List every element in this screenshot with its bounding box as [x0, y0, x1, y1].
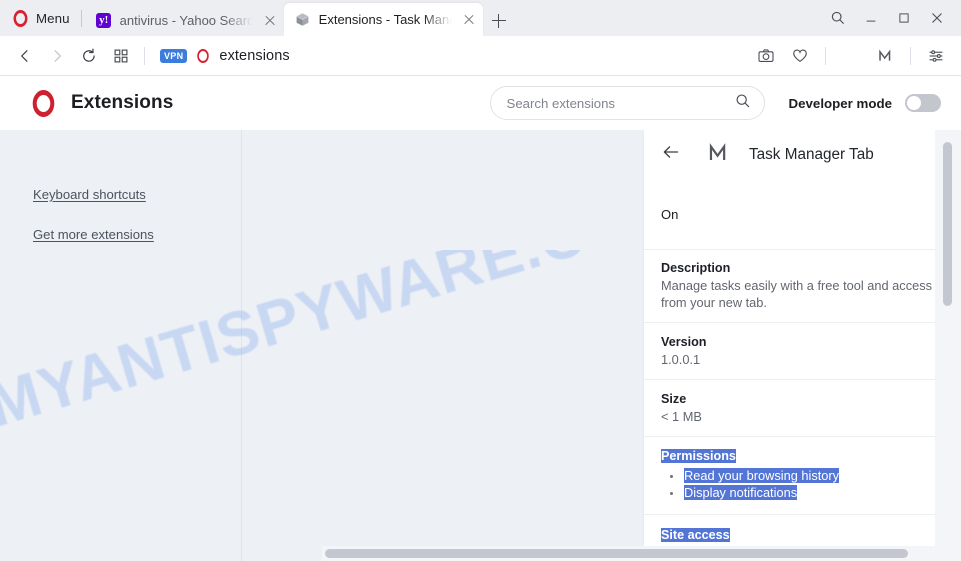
extension-cube-icon — [295, 12, 311, 28]
back-button[interactable] — [9, 40, 41, 72]
opera-logo-icon — [32, 89, 55, 117]
site-access-row: Site access This extension can read and … — [644, 515, 935, 546]
snapshot-camera-icon[interactable] — [750, 40, 782, 72]
minimize-icon[interactable] — [854, 3, 887, 33]
description-label: Description — [661, 261, 731, 275]
extensions-body: Keyboard shortcuts Get more extensions T… — [0, 130, 961, 561]
toolbar-divider — [825, 46, 826, 65]
opera-site-icon — [197, 48, 210, 63]
search-icon[interactable] — [821, 3, 854, 33]
heart-icon[interactable] — [784, 40, 816, 72]
developer-mode-control[interactable]: Developer mode — [789, 94, 941, 112]
size-row: Size < 1 MB — [644, 380, 935, 437]
permission-text: Display notifications — [684, 485, 798, 500]
maximize-icon[interactable] — [887, 3, 920, 33]
extension-enabled-row: On — [644, 179, 935, 250]
vertical-scrollbar[interactable] — [935, 130, 961, 561]
vpn-badge[interactable]: VPN — [160, 48, 188, 63]
search-extensions-box[interactable] — [489, 86, 765, 120]
permissions-list: Read your browsing history Display notif… — [661, 468, 935, 501]
tab-title: Extensions - Task Manager Tab — [318, 12, 452, 27]
horizontal-scrollbar-thumb[interactable] — [325, 549, 908, 558]
menu-button-label: Menu — [36, 10, 70, 26]
tab-close-icon[interactable] — [461, 12, 477, 28]
horizontal-scrollbar[interactable] — [322, 546, 935, 561]
window-controls — [821, 0, 961, 36]
version-label: Version — [661, 335, 707, 349]
back-arrow-icon[interactable] — [661, 142, 687, 168]
opera-browser-window: Menu y! antivirus - Yahoo Search Re Exte… — [0, 0, 961, 561]
extensions-page-header: Extensions Developer mode — [0, 76, 961, 130]
menu-divider — [80, 10, 82, 27]
header-right-controls: Developer mode — [489, 86, 941, 120]
permissions-label: Permissions — [661, 449, 736, 463]
tab-close-icon[interactable] — [262, 13, 278, 29]
version-value: 1.0.0.1 — [661, 352, 701, 367]
sidebar-item-get-more-extensions[interactable]: Get more extensions — [33, 227, 154, 242]
tab-title: antivirus - Yahoo Search Re — [119, 13, 253, 28]
extension-cube-icon[interactable] — [835, 40, 867, 72]
description-row: Description Manage tasks easily with a f… — [644, 250, 935, 323]
enabled-label: On — [661, 206, 679, 222]
size-value: < 1 MB — [661, 409, 702, 424]
sidebar-item-keyboard-shortcuts[interactable]: Keyboard shortcuts — [33, 187, 146, 202]
sidebar-gap-column — [243, 130, 322, 561]
tab-overview-grid-icon[interactable] — [105, 40, 137, 72]
sidebar: Keyboard shortcuts Get more extensions — [0, 130, 242, 561]
opera-logo-icon — [13, 9, 28, 27]
opera-menu-button[interactable]: Menu — [0, 0, 81, 36]
extension-detail-card: Task Manager Tab On Description Manage t… — [644, 130, 935, 546]
permission-text: Read your browsing history — [684, 468, 840, 483]
forward-button[interactable] — [41, 40, 73, 72]
vertical-scrollbar-thumb[interactable] — [943, 142, 952, 306]
description-line-2: from your new tab. — [661, 295, 767, 310]
search-input[interactable] — [506, 95, 735, 111]
site-access-label: Site access — [661, 528, 730, 542]
search-icon[interactable] — [735, 93, 751, 114]
reload-button[interactable] — [73, 40, 105, 72]
page-title: Extensions — [71, 92, 174, 113]
toolbar-right-icons — [750, 40, 952, 72]
address-bar[interactable]: VPN extensions — [160, 48, 750, 64]
tab-extensions-task-manager[interactable]: Extensions - Task Manager Tab — [283, 3, 483, 36]
tab-strip: Menu y! antivirus - Yahoo Search Re Exte… — [0, 0, 961, 36]
list-item: Display notifications — [661, 485, 935, 501]
tab-yahoo-search[interactable]: y! antivirus - Yahoo Search Re — [85, 5, 284, 36]
toolbar-divider — [910, 46, 911, 65]
task-manager-m-icon[interactable] — [869, 40, 901, 72]
description-line-1: Manage tasks easily with a free tool and… — [661, 278, 935, 293]
navigation-toolbar: VPN extensions — [0, 36, 961, 76]
extension-name: Task Manager Tab — [749, 145, 874, 163]
toolbar-divider — [144, 46, 145, 65]
list-item: Read your browsing history — [661, 468, 935, 484]
close-icon[interactable] — [920, 3, 953, 33]
permissions-row: Permissions Read your browsing history D… — [644, 437, 935, 515]
developer-mode-label: Developer mode — [788, 95, 892, 111]
developer-mode-toggle[interactable] — [905, 94, 941, 112]
size-label: Size — [661, 392, 687, 406]
extension-detail-clip: Task Manager Tab On Description Manage t… — [322, 130, 935, 546]
detail-header-row: Task Manager Tab — [644, 130, 935, 179]
yahoo-icon: y! — [96, 13, 112, 29]
address-bar-value: extensions — [219, 47, 290, 64]
version-row: Version 1.0.0.1 — [644, 323, 935, 380]
new-tab-button[interactable] — [483, 5, 515, 36]
easy-setup-sliders-icon[interactable] — [920, 40, 952, 72]
task-manager-m-icon — [707, 142, 729, 168]
